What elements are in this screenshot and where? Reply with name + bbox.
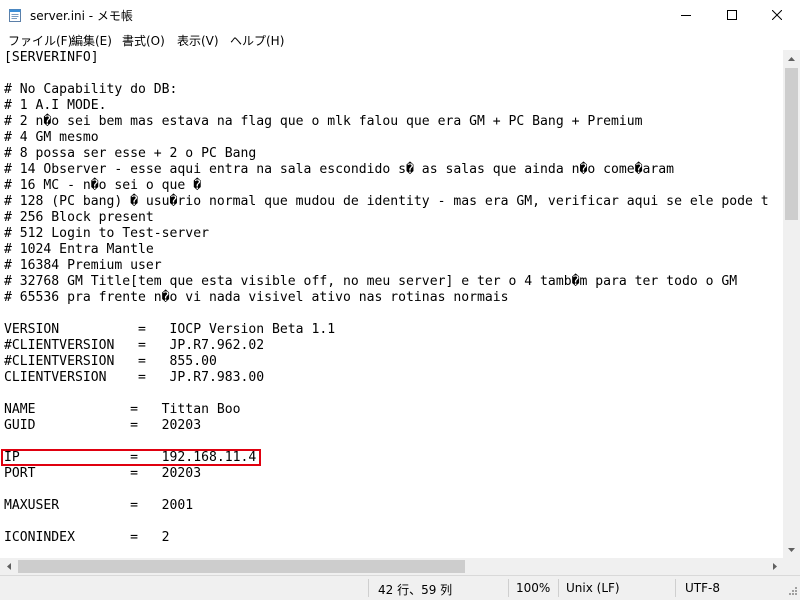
status-separator [558,579,559,597]
arrow-left-icon [6,563,11,570]
encoding: UTF-8 [685,581,720,595]
arrow-right-icon [772,563,777,570]
editor-line: # 2 n�o sei bem mas estava na flag que o… [4,114,643,129]
editor-line: PORT = 20203 [4,466,202,481]
editor-line: MAXUSER = 2001 [4,498,194,513]
editor-line: NAME = Tittan Boo [4,402,241,417]
menu-file[interactable]: ファイル(F) [6,32,74,49]
arrow-down-icon [788,547,795,552]
status-separator [368,579,369,597]
status-bar: 42 行、59 列 100% Unix (LF) UTF-8 [0,575,800,600]
scrollbar-corner [783,558,800,575]
editor-line: # 256 Block present [4,210,154,225]
scroll-right-button[interactable] [766,558,783,575]
editor-line: # 1024 Entra Mantle [4,242,154,257]
maximize-icon [727,10,737,20]
vertical-scrollbar[interactable] [783,50,800,558]
menu-help[interactable]: ヘルプ(H) [228,32,286,49]
scroll-down-button[interactable] [783,541,800,558]
editor-line: CLIENTVERSION = JP.R7.983.00 [4,370,265,385]
horizontal-scroll-thumb[interactable] [18,560,465,573]
editor-line: #CLIENTVERSION = JP.R7.962.02 [4,338,265,353]
resize-grip-icon[interactable] [786,586,798,598]
editor-line: VERSION = IOCP Version Beta 1.1 [4,322,336,337]
window-title: server.ini - メモ帳 [30,9,133,23]
editor-line: # 8 possa ser esse + 2 o PC Bang [4,146,257,161]
menu-format[interactable]: 書式(O) [120,32,167,49]
menu-edit[interactable]: 編集(E) [69,32,114,49]
close-button[interactable] [754,0,800,30]
minimize-icon [681,15,691,16]
horizontal-scrollbar[interactable] [0,558,783,575]
menu-view[interactable]: 表示(V) [175,32,221,49]
arrow-up-icon [788,56,795,61]
editor-line: IP = 192.168.11.4 [4,450,257,465]
minimize-button[interactable] [663,0,709,30]
editor-lines: [SERVERINFO] # No Capability do DB: # 1 … [4,50,769,546]
line-ending: Unix (LF) [566,581,620,595]
close-icon [772,10,782,20]
maximize-button[interactable] [709,0,755,30]
notepad-icon [9,9,21,22]
title-bar[interactable]: server.ini - メモ帳 [0,0,800,30]
editor-line: ICONINDEX = 2 [4,530,170,545]
editor-line: # 128 (PC bang) � usu�rio normal que mud… [4,194,769,209]
status-separator [675,579,676,597]
text-editor[interactable]: [SERVERINFO] # No Capability do DB: # 1 … [0,50,783,558]
editor-line: # No Capability do DB: [4,82,178,97]
editor-line: # 512 Login to Test-server [4,226,209,241]
vertical-scroll-thumb[interactable] [785,68,798,220]
editor-line: #CLIENTVERSION = 855.00 [4,354,217,369]
menu-bar: ファイル(F) 編集(E) 書式(O) 表示(V) ヘルプ(H) [0,30,800,50]
editor-line: # 16 MC - n�o sei o que � [4,178,202,193]
editor-line: [SERVERINFO] [4,50,99,65]
editor-line: # 1 A.I MODE. [4,98,107,113]
editor-line: GUID = 20203 [4,418,202,433]
notepad-window: server.ini - メモ帳 ファイル(F) 編集(E) 書式(O) 表示(… [0,0,800,600]
cursor-position: 42 行、59 列 [378,583,453,597]
editor-line: # 14 Observer - esse aqui entra na sala … [4,162,675,177]
status-separator [508,579,509,597]
scroll-up-button[interactable] [783,50,800,67]
zoom-level: 100% [516,581,551,595]
editor-line: # 32768 GM Title[tem que esta visible of… [4,274,738,289]
scroll-left-button[interactable] [0,558,17,575]
editor-line: # 4 GM mesmo [4,130,99,145]
editor-line: # 65536 pra frente n�o vi nada visivel a… [4,290,509,305]
editor-line: # 16384 Premium user [4,258,162,273]
